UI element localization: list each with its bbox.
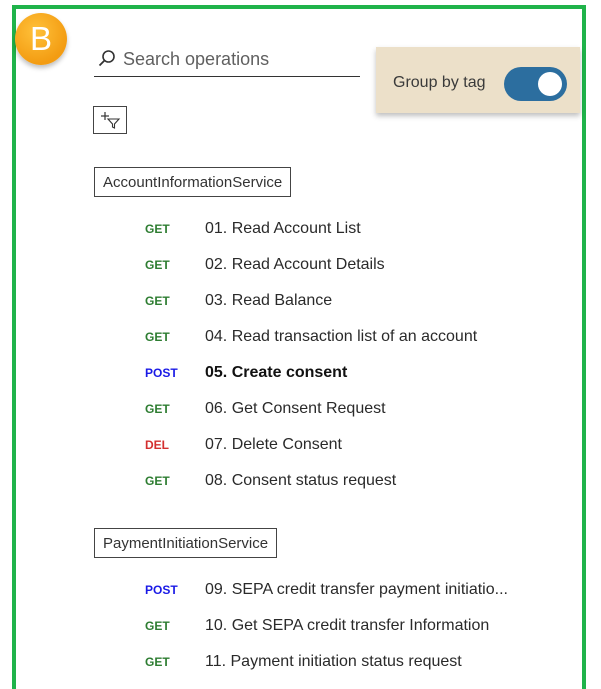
http-method-badge: DEL <box>145 438 169 452</box>
operation-item[interactable]: DEL 07. Delete Consent <box>145 433 565 457</box>
http-method-badge: POST <box>145 366 178 380</box>
group-by-tag-panel: Group by tag <box>376 47 580 113</box>
operation-item[interactable]: GET 04. Read transaction list of an accou… <box>145 325 565 349</box>
operation-name: 04. Read transaction list of an account <box>205 328 478 345</box>
operation-item[interactable]: GET 06. Get Consent Request <box>145 397 565 421</box>
operation-item[interactable]: POST 05. Create consent <box>145 361 565 385</box>
tag-header-payment-initiation[interactable]: PaymentInitiationService <box>94 528 278 558</box>
operation-item[interactable]: POST 09. SEPA credit transfer payment ini… <box>145 578 565 602</box>
operation-item[interactable]: GET 10. Get SEPA credit transfer Informat… <box>145 614 565 638</box>
add-filter-button[interactable] <box>93 106 127 134</box>
operation-item[interactable]: GET 02. Read Account Details <box>145 253 565 277</box>
add-filter-icon <box>101 112 121 129</box>
toggle-knob <box>538 72 562 96</box>
operation-name: 05. Create consent <box>205 364 348 381</box>
search-icon <box>98 50 115 67</box>
http-method-badge: GET <box>145 474 170 488</box>
operation-name: 08. Consent status request <box>205 472 397 489</box>
group-by-tag-label: Group by tag <box>393 74 486 91</box>
http-method-badge: POST <box>145 583 178 597</box>
search-bar <box>94 42 360 77</box>
operation-name: 07. Delete Consent <box>205 436 342 453</box>
operation-name: 09. SEPA credit transfer payment initiat… <box>205 581 508 598</box>
operation-name: 01. Read Account List <box>205 220 361 237</box>
operation-name: 02. Read Account Details <box>205 256 385 273</box>
operation-name: 11. Payment initiation status request <box>205 653 462 670</box>
operation-item[interactable]: GET 11. Payment initiation status request <box>145 650 565 674</box>
operation-name: 06. Get Consent Request <box>205 400 386 417</box>
http-method-badge: GET <box>145 655 170 669</box>
search-input[interactable] <box>123 48 343 70</box>
operation-name: 10. Get SEPA credit transfer Information <box>205 617 490 634</box>
callout-badge: B <box>15 13 67 65</box>
tag-header-account-information[interactable]: AccountInformationService <box>94 167 292 197</box>
http-method-badge: GET <box>145 258 170 272</box>
operation-item[interactable]: GET 03. Read Balance <box>145 289 565 313</box>
operation-item[interactable]: GET 08. Consent status request <box>145 469 565 493</box>
http-method-badge: GET <box>145 619 170 633</box>
operation-item[interactable]: GET 01. Read Account List <box>145 217 565 241</box>
http-method-badge: GET <box>145 294 170 308</box>
http-method-badge: GET <box>145 330 170 344</box>
group-by-tag-toggle[interactable] <box>504 67 567 101</box>
http-method-badge: GET <box>145 222 170 236</box>
operation-name: 03. Read Balance <box>205 292 333 309</box>
http-method-badge: GET <box>145 402 170 416</box>
